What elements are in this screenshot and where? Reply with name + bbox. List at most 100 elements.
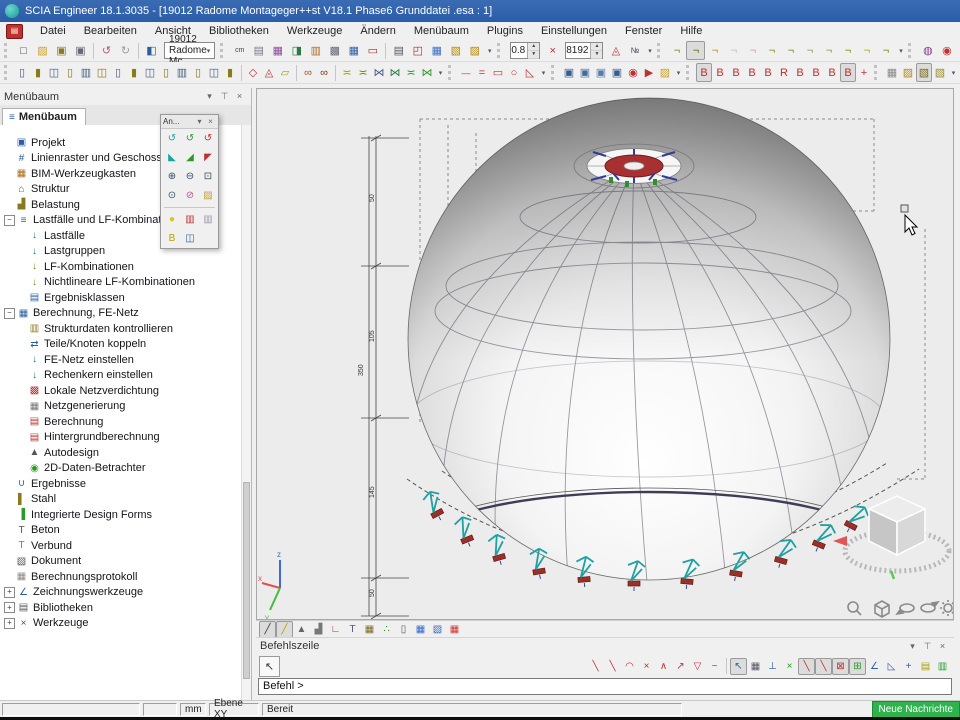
section-tool-6-icon[interactable]: ◫ (94, 63, 110, 82)
spinner-down-icon[interactable]: ▼ (528, 51, 539, 59)
phases-more-icon[interactable]: ▾ (948, 63, 959, 82)
undo-icon[interactable]: ↺ (97, 41, 116, 60)
clipping-box-icon[interactable]: B (163, 230, 181, 247)
show-doc-icon[interactable]: ▯ (395, 621, 412, 638)
section-tool-7-icon[interactable]: ▯ (110, 63, 126, 82)
image-export-icon[interactable]: ▥ (181, 211, 199, 228)
print-icon[interactable]: ▤ (389, 41, 408, 60)
calculator-icon[interactable]: ▦ (427, 41, 446, 60)
show-model-icon[interactable]: ▦ (361, 621, 378, 638)
view-toggle-10-icon[interactable]: ¬ (838, 41, 857, 60)
support-pad-1-icon[interactable]: ≍ (403, 63, 419, 82)
section-tool-4-icon[interactable]: ▯ (62, 63, 78, 82)
scale-spinner[interactable]: 0.8 ▲▼ (510, 42, 540, 59)
expander-icon[interactable]: + (4, 587, 15, 598)
snap-ortho-icon[interactable]: ◺ (883, 658, 900, 675)
show-render-icon[interactable]: ▦ (412, 621, 429, 638)
bolt-tool-8-icon[interactable]: B (808, 63, 824, 82)
snap-vertex-icon[interactable]: ∧ (655, 658, 672, 675)
tab-menubaum[interactable]: ≡ Menübaum (2, 108, 86, 125)
expander-icon[interactable]: − (4, 215, 15, 226)
tree-item-berechnung-fe-netz[interactable]: −▦Berechnung, FE-Netz (0, 306, 242, 322)
toolbar-grip[interactable] (551, 65, 557, 80)
tree-item-teile-knoten-koppeln[interactable]: ⇄Teile/Knoten koppeln (0, 337, 242, 353)
orbit-tool-icon[interactable] (897, 604, 914, 614)
view-toggle-3-icon[interactable]: ¬ (705, 41, 724, 60)
tree-item-ergebnisklassen[interactable]: ▤Ergebnisklassen (0, 290, 242, 306)
tree-item-ergebnisse[interactable]: ∪Ergebnisse (0, 476, 242, 492)
snap-intersections-icon[interactable]: ⊠ (832, 658, 849, 675)
expander-icon[interactable]: + (4, 618, 15, 629)
view-toggle-9-icon[interactable]: ¬ (819, 41, 838, 60)
select-cursor-button[interactable]: ↖ (259, 656, 280, 677)
show-loads-icon[interactable]: ▟ (310, 621, 327, 638)
node-connect-icon[interactable]: ◇ (245, 63, 261, 82)
toolbar-grip[interactable] (908, 43, 914, 58)
section-tool-5-icon[interactable]: ▥ (78, 63, 94, 82)
open-folder-icon[interactable]: ▨ (657, 63, 673, 82)
section-tool-2-icon[interactable]: ▮ (30, 63, 46, 82)
snap-add-icon[interactable]: + (900, 658, 917, 675)
document-new-icon[interactable]: ▧ (446, 41, 465, 60)
draw-polygon-icon[interactable]: ◺ (522, 63, 538, 82)
snap-direction-icon[interactable]: ↗ (672, 658, 689, 675)
bim-properties-icon[interactable]: ▦ (268, 41, 287, 60)
tree-item-beton[interactable]: TBeton (0, 523, 242, 539)
snap-grid-points-icon[interactable]: ⊞ (849, 658, 866, 675)
zoom-selection-icon[interactable]: ⊘ (181, 187, 199, 204)
draw-circle-icon[interactable]: ○ (506, 63, 522, 82)
show-mesh-icon[interactable]: ∴ (378, 621, 395, 638)
panel-pin-icon[interactable]: ⊤ (920, 641, 935, 652)
solver-setup-icon[interactable]: ▦ (344, 41, 363, 60)
support-line-icon[interactable]: ⋈ (387, 63, 403, 82)
bolt-tool-5-icon[interactable]: B (760, 63, 776, 82)
palette-close-icon[interactable]: × (205, 117, 216, 126)
draw-parallel-icon[interactable]: = (474, 63, 490, 82)
support-hinged-icon[interactable]: ≍ (355, 63, 371, 82)
zoom-tool-icon[interactable] (848, 602, 861, 615)
zoom-all-icon[interactable]: ⊙ (163, 187, 181, 204)
scrollbar-thumb[interactable] (243, 482, 250, 680)
spinner-up-icon[interactable]: ▲ (591, 43, 602, 51)
render-mode-icon[interactable]: ◍ (918, 41, 937, 60)
toolbar-grip[interactable] (686, 65, 692, 80)
line-grid-icon[interactable]: ⊥ (764, 658, 781, 675)
numbering-icon[interactable]: № (625, 41, 644, 60)
view-direction-x-icon[interactable]: ◣ (163, 149, 181, 166)
scale-spinner-value[interactable]: 0.8 (511, 43, 527, 58)
spinner-up-icon[interactable]: ▲ (528, 43, 539, 51)
toolbar-grip[interactable] (220, 43, 226, 58)
section-tool-11-icon[interactable]: ▥ (174, 63, 190, 82)
macro-lines-icon[interactable]: ▤ (917, 658, 934, 675)
tree-item-werkzeuge[interactable]: +×Werkzeuge (0, 616, 242, 632)
zoom-out-icon[interactable]: ⊖ (181, 168, 199, 185)
hinge-single-icon[interactable]: ∞ (316, 63, 332, 82)
hinge-both-icon[interactable]: ∞ (300, 63, 316, 82)
toolbar-grip[interactable] (4, 43, 10, 58)
tree-scrollbar[interactable] (241, 125, 251, 700)
export-image-icon[interactable]: ▨ (900, 63, 916, 82)
view-toggle-11-icon[interactable]: ¬ (857, 41, 876, 60)
snap-endpoints-icon[interactable]: ╲ (798, 658, 815, 675)
project-manager-icon[interactable]: ◧ (142, 41, 161, 60)
snap-arc-icon[interactable]: ◠ (621, 658, 638, 675)
modify-more-icon[interactable]: ▾ (673, 63, 684, 82)
cursor-mode-icon[interactable]: ↖ (730, 658, 747, 675)
supports-more-icon[interactable]: ▾ (435, 63, 446, 82)
snap-delete-icon[interactable]: × (638, 658, 655, 675)
expander-icon[interactable]: + (4, 602, 15, 613)
bolt-tool-6-icon[interactable]: R (776, 63, 792, 82)
view-toggle-12-icon[interactable]: ¬ (876, 41, 895, 60)
macro-list-icon[interactable]: ▥ (934, 658, 951, 675)
layer-draw-icon[interactable]: ╱ (259, 621, 276, 638)
angle-tool-icon[interactable]: ◬ (606, 41, 625, 60)
tree-item-autodesign[interactable]: ▲Autodesign (0, 445, 242, 461)
toolbar-grip[interactable] (448, 65, 454, 80)
zoom-in-icon[interactable]: ⊕ (163, 168, 181, 185)
zoom-window-icon[interactable]: ⊡ (199, 168, 217, 185)
mesh-display-icon[interactable]: ▦ (884, 63, 900, 82)
snap-point-icon[interactable]: ╲ (587, 658, 604, 675)
bolt-tool-10-icon[interactable]: B (840, 63, 856, 82)
paste-data-icon[interactable]: ▥ (306, 41, 325, 60)
solid-view-icon[interactable]: ◫ (181, 230, 199, 247)
